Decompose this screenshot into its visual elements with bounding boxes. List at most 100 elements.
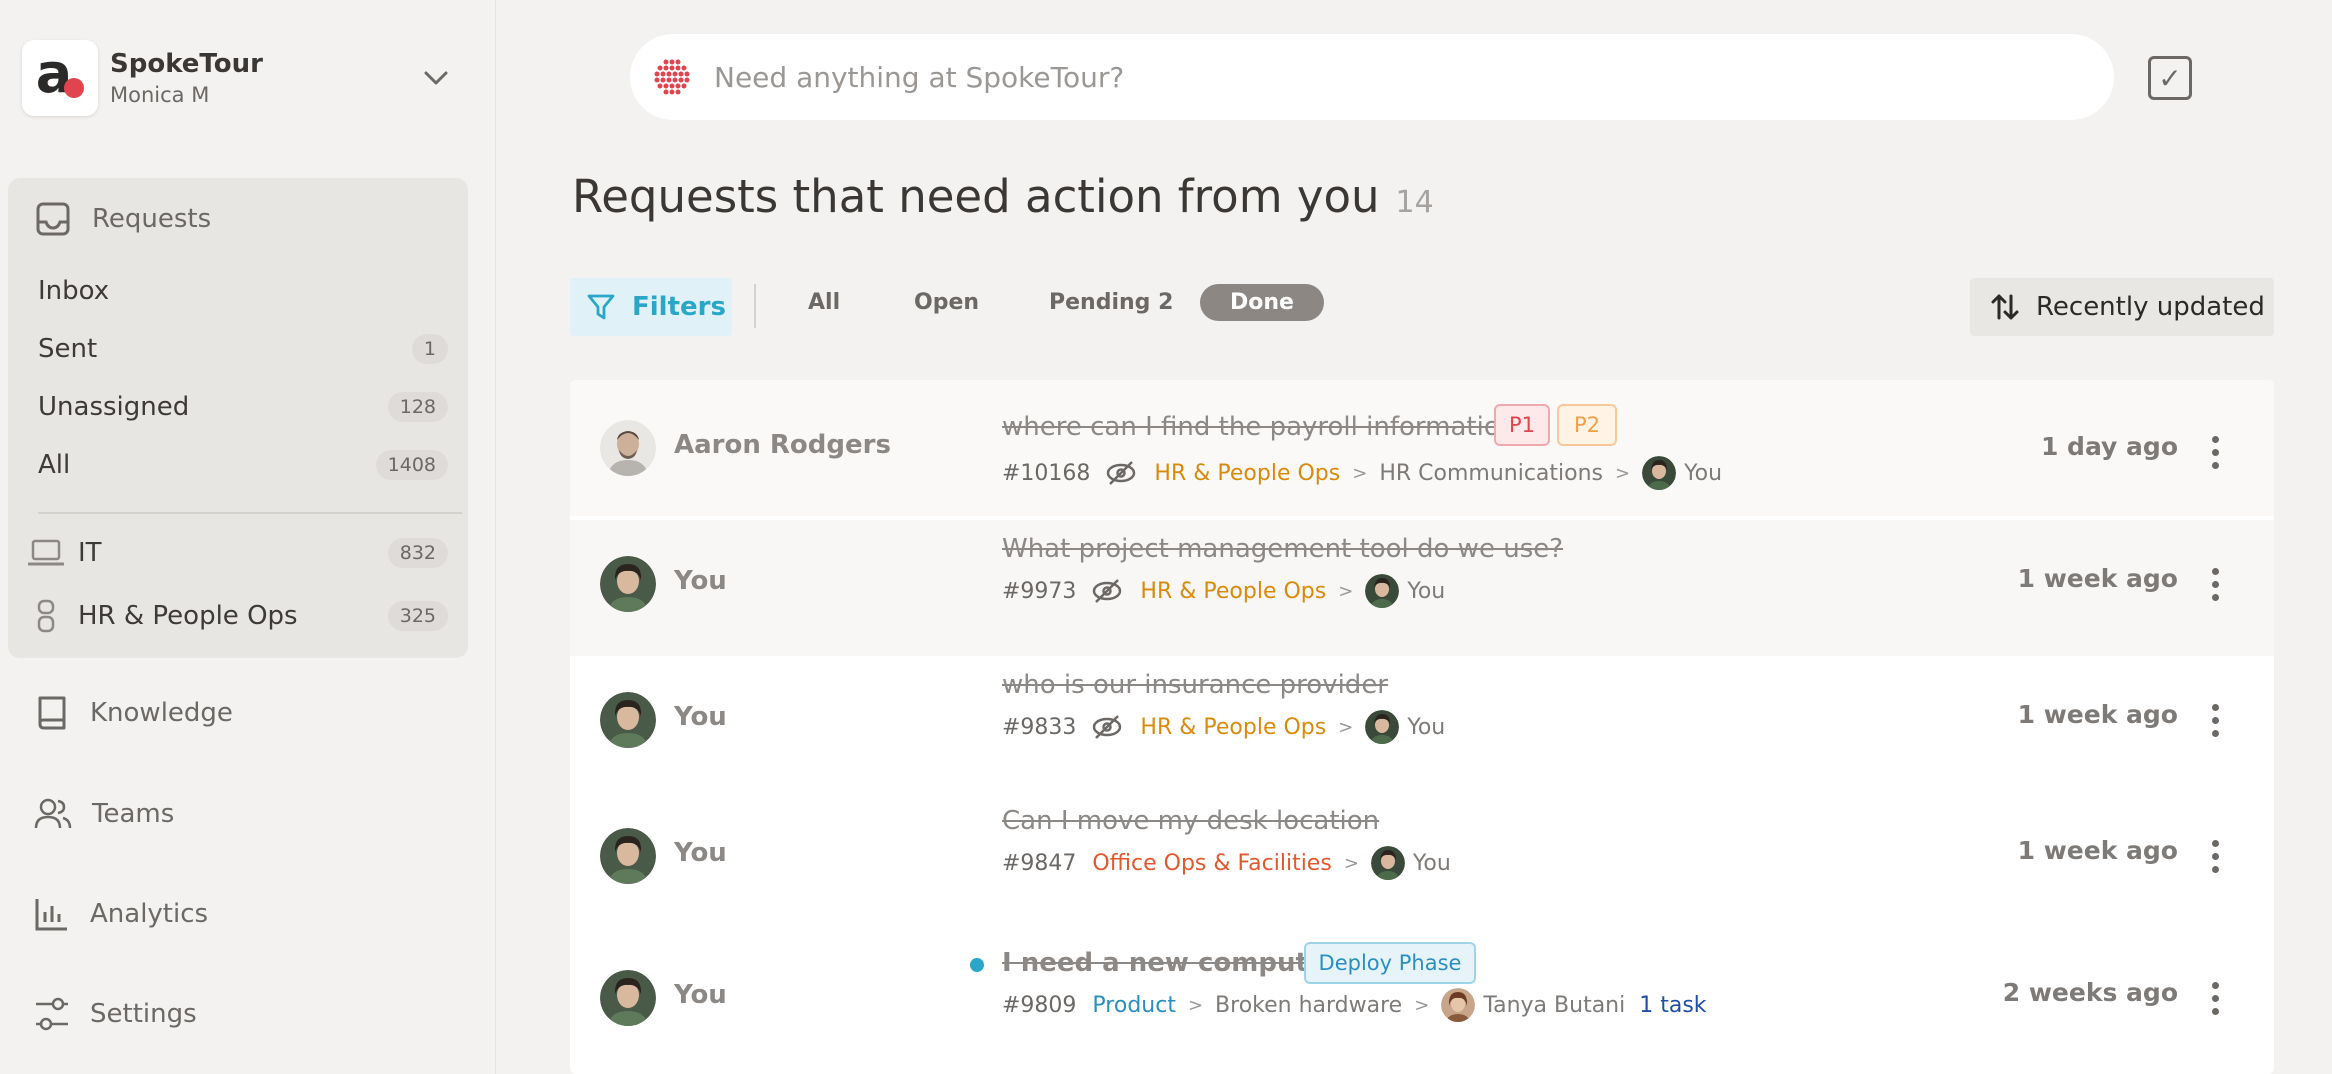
sliders-icon [36, 997, 68, 1031]
priority-tag-p2: P2 [1557, 404, 1617, 446]
brand-logo: a [22, 40, 98, 116]
category-label: Broken hardware [1215, 992, 1403, 1018]
table-row[interactable]: You Can I move my desk location #9847 Of… [570, 792, 2274, 928]
requester-name: You [674, 980, 727, 1010]
sidebar-item-sent[interactable]: Sent 1 [38, 334, 448, 364]
requests-panel: Requests Inbox Sent 1 Unassigned 128 All… [8, 178, 468, 658]
tab-open[interactable]: Open [914, 290, 979, 315]
sort-button[interactable]: Recently updated [1970, 278, 2274, 336]
tab-done[interactable]: Done [1200, 284, 1324, 321]
breadcrumb-separator: > [1187, 994, 1204, 1016]
nav-settings-label: Settings [90, 999, 197, 1029]
tasks-check-icon[interactable]: ✓ [2148, 56, 2192, 100]
team-link[interactable]: HR & People Ops [1154, 461, 1340, 486]
nav-requests[interactable]: Requests [34, 200, 211, 238]
sidebar-item-all[interactable]: All 1408 [38, 450, 448, 480]
avatar [600, 692, 656, 748]
user-name: Monica M [110, 83, 210, 107]
avatar [600, 556, 656, 612]
filters-button[interactable]: Filters [570, 278, 732, 336]
sidebar-item-it[interactable]: IT 832 [28, 538, 448, 568]
request-subject[interactable]: I need a new computer [1002, 948, 1338, 978]
updated-time: 1 week ago [2017, 836, 2178, 865]
team-link[interactable]: Product [1092, 993, 1176, 1018]
more-menu-icon[interactable] [2208, 436, 2222, 472]
assignee-avatar [1365, 710, 1400, 744]
avatar [600, 970, 656, 1026]
unread-indicator [970, 958, 984, 972]
avatar [600, 828, 656, 884]
users-icon [34, 798, 72, 829]
assignee-name: You [1407, 714, 1446, 740]
request-subject[interactable]: who is our insurance provider [1002, 670, 1388, 700]
unassigned-count: 128 [387, 392, 448, 422]
people-ops-icon [37, 599, 55, 633]
request-subject[interactable]: What project management tool do we use? [1002, 534, 1563, 564]
updated-time: 1 week ago [2017, 700, 2178, 729]
tab-all[interactable]: All [808, 290, 840, 315]
assignee-name: Tanya Butani [1483, 992, 1626, 1018]
request-meta: #9847 Office Ops & Facilities > You [1002, 846, 1451, 880]
laptop-icon [28, 539, 64, 566]
more-menu-icon[interactable] [2208, 568, 2222, 604]
workspace-switcher[interactable]: a SpokeTour Monica M [22, 40, 263, 116]
nav-teams[interactable]: Teams [34, 796, 174, 832]
workspace-name: SpokeTour [110, 49, 263, 79]
sidebar-item-label: Inbox [38, 276, 110, 306]
hr-count: 325 [387, 601, 448, 631]
brand-logo-dot [64, 78, 84, 98]
sidebar-item-inbox[interactable]: Inbox [38, 276, 448, 306]
more-menu-icon[interactable] [2208, 704, 2222, 740]
tab-pending[interactable]: Pending 2 [1049, 290, 1173, 315]
table-row[interactable]: You What project management tool do we u… [570, 520, 2274, 656]
chevron-down-icon[interactable] [420, 62, 452, 94]
request-id: #9847 [1002, 850, 1077, 876]
assistant-dots-icon [654, 59, 690, 95]
assignee-name: You [1684, 460, 1723, 486]
sidebar-item-unassigned[interactable]: Unassigned 128 [38, 392, 448, 422]
filters-label: Filters [632, 292, 726, 322]
nav-requests-label: Requests [92, 204, 212, 234]
team-link[interactable]: HR & People Ops [1140, 715, 1326, 740]
team-link[interactable]: Office Ops & Facilities [1092, 851, 1331, 876]
search-input[interactable]: Need anything at SpokeTour? [714, 61, 1124, 94]
search-bar[interactable]: Need anything at SpokeTour? [630, 34, 2114, 120]
nav-settings[interactable]: Settings [34, 996, 197, 1032]
team-link[interactable]: HR & People Ops [1140, 579, 1326, 604]
updated-time: 1 day ago [2040, 432, 2178, 461]
sidebar: a SpokeTour Monica M Requests Inbox Sent… [0, 0, 496, 1074]
request-subject[interactable]: where can I find the payroll information [1002, 412, 1516, 442]
sent-count: 1 [411, 334, 448, 364]
nav-knowledge[interactable]: Knowledge [34, 694, 233, 732]
assignee-avatar [1642, 456, 1677, 490]
requester-name: Aaron Rodgers [674, 430, 891, 460]
page-title: Requests that need action from you 14 [572, 170, 1434, 223]
more-menu-icon[interactable] [2208, 840, 2222, 876]
hidden-eye-icon [1093, 579, 1122, 603]
nav-analytics[interactable]: Analytics [34, 896, 208, 932]
hidden-eye-icon [1093, 715, 1122, 739]
tasks-link[interactable]: 1 task [1639, 993, 1706, 1018]
breadcrumb-separator: > [1338, 580, 1354, 602]
request-meta: #10168 HR & People Ops > HR Communicatio… [1002, 456, 1722, 490]
request-meta: #9833 HR & People Ops > You [1002, 710, 1445, 744]
table-row[interactable]: You who is our insurance provider #9833 … [570, 656, 2274, 792]
stage-tag: Deploy Phase [1304, 942, 1476, 984]
sort-label: Recently updated [2036, 292, 2265, 322]
sidebar-divider [38, 512, 462, 514]
inbox-icon [36, 202, 70, 236]
all-count: 1408 [375, 450, 448, 480]
requester-name: You [674, 702, 727, 732]
breadcrumb-separator: > [1338, 716, 1354, 738]
assignee-name: You [1412, 850, 1451, 876]
sidebar-item-hr-people-ops[interactable]: HR & People Ops 325 [28, 598, 448, 634]
breadcrumb-separator: > [1414, 994, 1430, 1016]
request-count: 14 [1395, 185, 1434, 220]
sort-arrows-icon [1991, 294, 2019, 320]
priority-tag-p1: P1 [1494, 404, 1550, 446]
table-row[interactable]: You I need a new computer Deploy Phase #… [570, 928, 2274, 1074]
more-menu-icon[interactable] [2208, 982, 2222, 1018]
table-row[interactable]: Aaron Rodgers where can I find the payro… [570, 380, 2274, 516]
request-subject[interactable]: Can I move my desk location [1002, 806, 1379, 836]
requester-name: You [674, 838, 727, 868]
